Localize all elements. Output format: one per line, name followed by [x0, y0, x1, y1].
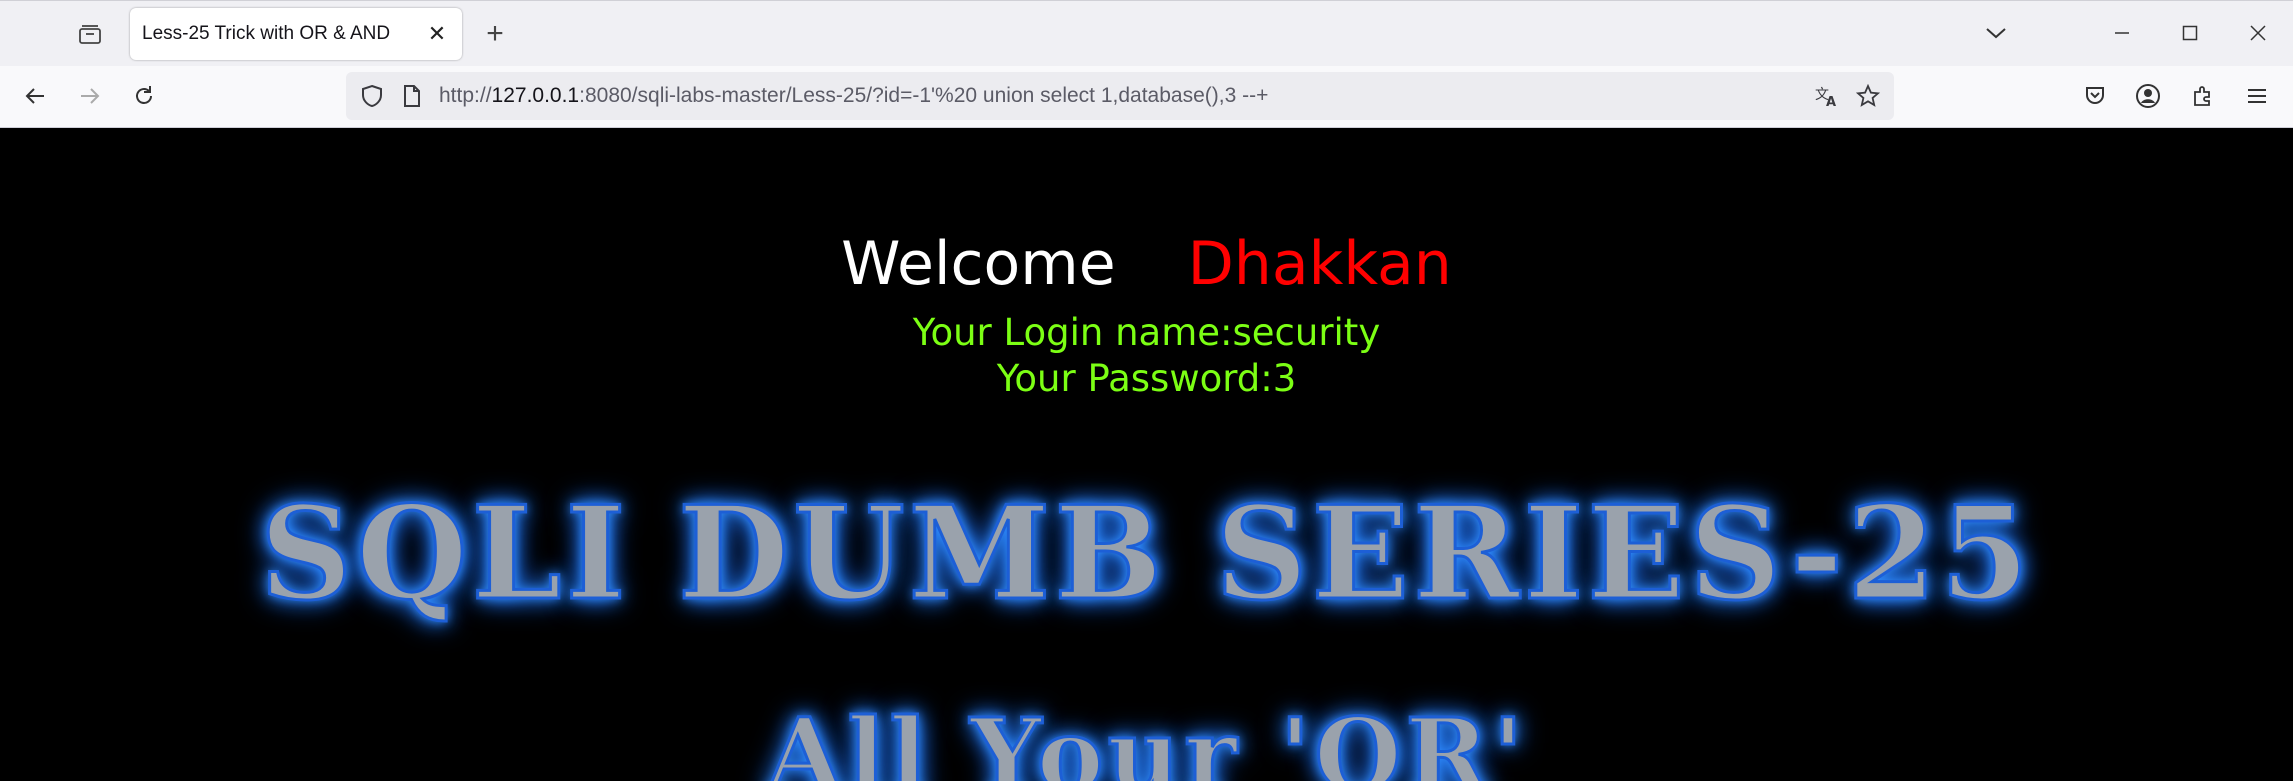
browser-nav-bar: http://127.0.0.1:8080/sqli-labs-master/L…	[0, 66, 2293, 128]
bookmark-star-icon[interactable]	[1854, 82, 1882, 110]
minimize-icon[interactable]	[2102, 15, 2142, 51]
password-text: Your Password:3	[996, 357, 1297, 400]
page-info-icon[interactable]	[398, 82, 426, 110]
address-bar[interactable]: http://127.0.0.1:8080/sqli-labs-master/L…	[346, 72, 1894, 120]
series-banner-title: SQLI DUMB SERIES-25	[258, 479, 2034, 629]
url-scheme: http://	[439, 84, 492, 107]
url-path: :8080/sqli-labs-master/Less-25/?id=-1'%2…	[579, 84, 1269, 107]
close-window-icon[interactable]	[2238, 15, 2278, 51]
series-banner-subtitle: All Your 'OR'	[764, 696, 1528, 781]
new-tab-button[interactable]: +	[478, 17, 512, 51]
back-arrow-icon[interactable]	[15, 76, 55, 116]
url-host: 127.0.0.1	[491, 84, 580, 107]
pocket-icon[interactable]	[2075, 76, 2115, 116]
tab-close-icon[interactable]: ✕	[424, 21, 450, 47]
extensions-icon[interactable]	[2183, 76, 2223, 116]
reload-icon[interactable]	[124, 76, 164, 116]
shield-icon[interactable]	[358, 82, 386, 110]
maximize-icon[interactable]	[2170, 15, 2210, 51]
account-icon[interactable]	[2128, 76, 2168, 116]
active-tab[interactable]: Less-25 Trick with OR & AND ✕	[130, 8, 462, 60]
url-text[interactable]: http://127.0.0.1:8080/sqli-labs-master/L…	[439, 84, 1268, 108]
translate-icon[interactable]: 文A	[1813, 82, 1841, 110]
tab-title: Less-25 Trick with OR & AND	[142, 23, 391, 44]
login-name-text: Your Login name:security	[912, 311, 1381, 354]
welcome-heading: Welcome Dhakkan	[0, 234, 2293, 294]
list-all-tabs-chevron-icon[interactable]	[1976, 15, 2016, 51]
menu-hamburger-icon[interactable]	[2237, 76, 2277, 116]
svg-text:A: A	[1826, 95, 1836, 108]
page-content: Welcome Dhakkan Your Login name:security …	[0, 128, 2293, 781]
welcome-text: Welcome	[841, 229, 1116, 299]
user-name-text: Dhakkan	[1187, 229, 1452, 299]
forward-arrow-icon[interactable]	[70, 76, 110, 116]
tab-list-icon[interactable]	[70, 17, 110, 51]
browser-tab-bar: Less-25 Trick with OR & AND ✕ +	[0, 0, 2293, 66]
